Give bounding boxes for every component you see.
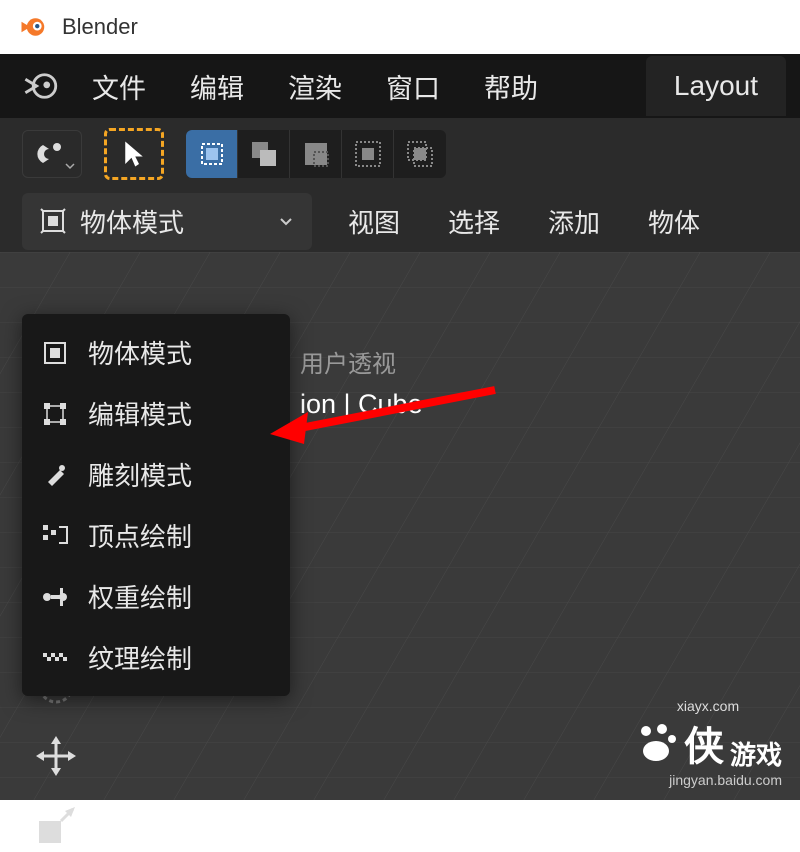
- watermark: xiayx.com 侠 游戏 jingyan.baidu.com: [634, 698, 782, 788]
- mode-item-edit[interactable]: 编辑模式: [22, 383, 290, 444]
- select-box-icon: [196, 138, 228, 170]
- blender-icon: [22, 68, 58, 104]
- select-mode-group: [186, 130, 446, 178]
- watermark-attribution: jingyan.baidu.com: [634, 772, 782, 788]
- object-mode-icon: [40, 338, 70, 368]
- paw-icon: [634, 721, 678, 765]
- cursor-tool-button[interactable]: [104, 128, 164, 180]
- select-mode-new[interactable]: [186, 130, 238, 178]
- header-menu-add[interactable]: 添加: [536, 197, 612, 246]
- viewport-header: 物体模式 视图 选择 添加 物体: [0, 190, 800, 252]
- watermark-main: 侠 游戏: [634, 714, 782, 772]
- move-icon: [35, 735, 77, 777]
- header-menu-select[interactable]: 选择: [436, 197, 512, 246]
- mode-item-label: 雕刻模式: [88, 456, 192, 493]
- weight-paint-icon: [40, 582, 70, 612]
- mode-selector-dropdown[interactable]: 物体模式: [22, 193, 312, 250]
- app-body: 文件 编辑 渲染 窗口 帮助 Layout: [0, 54, 800, 800]
- vertex-paint-icon: [40, 521, 70, 551]
- watermark-url: xiayx.com: [634, 698, 782, 714]
- mode-item-label: 编辑模式: [88, 395, 192, 432]
- menu-window[interactable]: 窗口: [368, 59, 458, 114]
- mode-selector-label: 物体模式: [80, 203, 264, 240]
- mode-item-object[interactable]: 物体模式: [22, 322, 290, 383]
- cursor-icon: [121, 139, 147, 169]
- tool-move[interactable]: [30, 730, 82, 782]
- mode-item-weight-paint[interactable]: 权重绘制: [22, 566, 290, 627]
- select-mode-intersect[interactable]: [394, 130, 446, 178]
- top-menubar: 文件 编辑 渲染 窗口 帮助 Layout: [0, 54, 800, 118]
- window-title: Blender: [62, 14, 138, 40]
- header-menu-object[interactable]: 物体: [636, 197, 712, 246]
- mode-item-label: 纹理绘制: [88, 639, 192, 676]
- mode-item-vertex-paint[interactable]: 顶点绘制: [22, 505, 290, 566]
- select-intersect-icon: [404, 138, 436, 170]
- menu-edit[interactable]: 编辑: [172, 59, 262, 114]
- mode-dropdown-menu: 物体模式 编辑模式 雕刻模式 顶点绘制 权重绘制: [22, 314, 290, 696]
- workspace-tab-layout[interactable]: Layout: [646, 56, 786, 116]
- overlay-perspective: 用户透视: [300, 344, 423, 379]
- window-titlebar: Blender: [0, 0, 800, 54]
- mode-item-sculpt[interactable]: 雕刻模式: [22, 444, 290, 505]
- menu-file[interactable]: 文件: [74, 59, 164, 114]
- magnet-icon: [35, 139, 69, 169]
- chevron-down-icon: [278, 213, 294, 229]
- select-extend-icon: [248, 138, 280, 170]
- edit-mode-icon: [40, 399, 70, 429]
- mode-item-label: 权重绘制: [88, 578, 192, 615]
- viewport-overlay-text: 用户透视 ion | Cube: [300, 344, 423, 420]
- toolbar: [0, 118, 800, 190]
- select-invert-icon: [352, 138, 384, 170]
- mode-item-label: 顶点绘制: [88, 517, 192, 554]
- texture-paint-icon: [40, 643, 70, 673]
- snap-tool-button[interactable]: [22, 130, 82, 178]
- select-subtract-icon: [300, 138, 332, 170]
- header-menu-view[interactable]: 视图: [336, 197, 412, 246]
- sculpt-mode-icon: [40, 460, 70, 490]
- blender-logo-icon: [18, 13, 46, 41]
- mode-item-texture-paint[interactable]: 纹理绘制: [22, 627, 290, 688]
- chevron-down-icon: [65, 161, 75, 171]
- mode-item-label: 物体模式: [88, 334, 192, 371]
- select-mode-invert[interactable]: [342, 130, 394, 178]
- scale-icon: [35, 805, 77, 847]
- overlay-object-name: ion | Cube: [300, 389, 423, 420]
- menu-help[interactable]: 帮助: [466, 59, 556, 114]
- select-mode-subtract[interactable]: [290, 130, 342, 178]
- tool-scale[interactable]: [30, 800, 82, 852]
- select-mode-extend[interactable]: [238, 130, 290, 178]
- object-mode-icon: [40, 208, 66, 234]
- menu-render[interactable]: 渲染: [270, 59, 360, 114]
